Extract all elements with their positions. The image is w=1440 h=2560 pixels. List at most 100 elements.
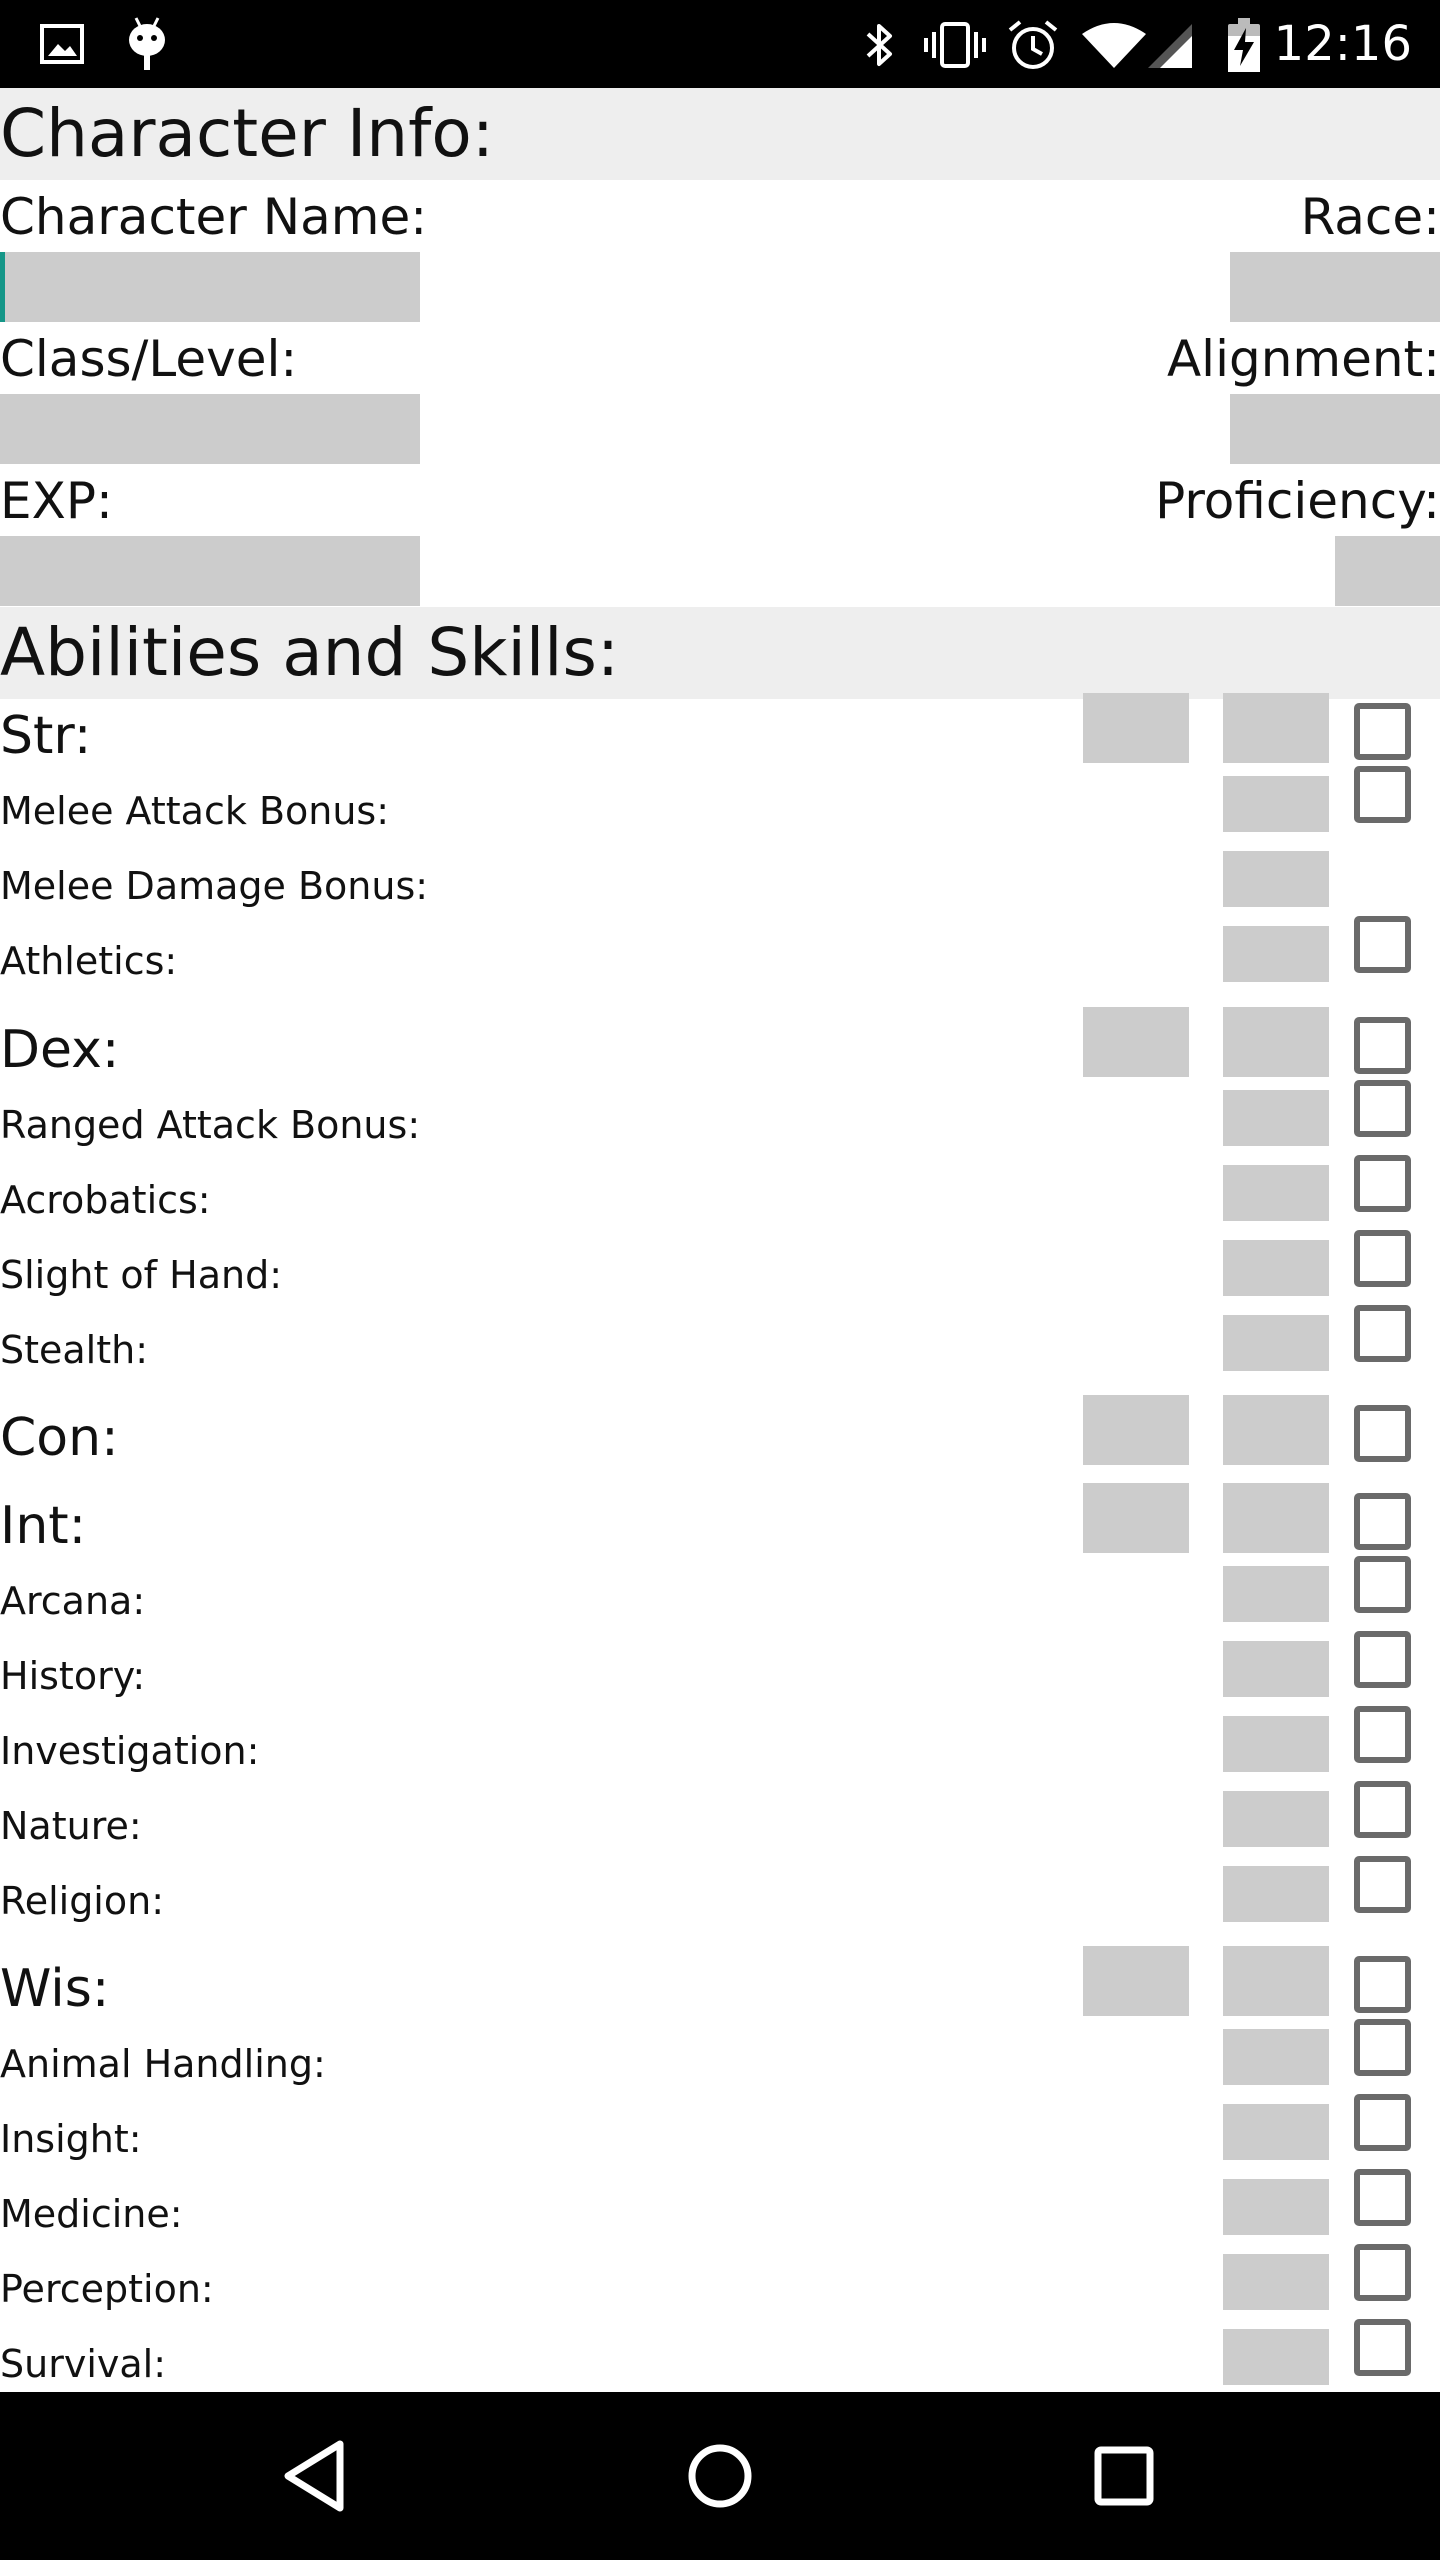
row-label: Ranged Attack Bonus: [0, 1103, 421, 1147]
skill-row-investigation: Investigation: [0, 1706, 1440, 1789]
vibrate-icon [922, 20, 988, 74]
row-label: Arcana: [0, 1579, 146, 1623]
character-name-label: Character Name: [0, 188, 428, 246]
character-info-header: Character Info: [0, 88, 1440, 180]
abilities-skills-header: Abilities and Skills: [0, 607, 1440, 699]
skill-bonus-field[interactable] [1223, 1240, 1329, 1296]
proficiency-checkbox[interactable] [1354, 1956, 1411, 2013]
ability-score-field[interactable] [1083, 1946, 1189, 2016]
skill-row-insight: Insight: [0, 2094, 1440, 2177]
recents-icon[interactable] [1074, 2426, 1174, 2526]
home-icon[interactable] [670, 2426, 770, 2526]
ability-row-int: Int: [0, 1483, 1440, 1564]
skill-bonus-field[interactable] [1223, 776, 1329, 832]
skill-bonus-field[interactable] [1223, 1090, 1329, 1146]
skill-bonus-field[interactable] [1223, 2179, 1329, 2235]
skill-row-history: History: [0, 1631, 1440, 1714]
skill-bonus-field[interactable] [1223, 2104, 1329, 2160]
exp-label: EXP: [0, 472, 113, 530]
row-label: Wis: [0, 1959, 110, 2019]
ability-modifier-field[interactable] [1223, 1946, 1329, 2016]
skill-row-survival: Survival: [0, 2319, 1440, 2392]
proficiency-checkbox[interactable] [1354, 1706, 1411, 1763]
skill-bonus-field[interactable] [1223, 1791, 1329, 1847]
ability-modifier-field[interactable] [1223, 1483, 1329, 1553]
proficiency-field[interactable] [1335, 536, 1440, 606]
skill-row-medicine: Medicine: [0, 2169, 1440, 2252]
row-label: Athletics: [0, 939, 178, 983]
battery-charging-icon [1226, 16, 1262, 78]
row-label: Stealth: [0, 1328, 149, 1372]
skill-bonus-field[interactable] [1223, 2254, 1329, 2310]
proficiency-checkbox[interactable] [1354, 2019, 1411, 2076]
ability-modifier-field[interactable] [1223, 1395, 1329, 1465]
bluetooth-icon [862, 20, 898, 74]
signal-icon [1148, 22, 1194, 74]
race-field[interactable] [1230, 252, 1440, 322]
abilities-skills-title: Abilities and Skills: [0, 614, 620, 691]
skill-bonus-field[interactable] [1223, 1566, 1329, 1622]
proficiency-checkbox[interactable] [1354, 1856, 1411, 1913]
ability-row-wis: Wis: [0, 1946, 1440, 2027]
ability-modifier-field[interactable] [1223, 1007, 1329, 1077]
proficiency-checkbox[interactable] [1354, 1556, 1411, 1613]
proficiency-checkbox[interactable] [1354, 1305, 1411, 1362]
proficiency-checkbox[interactable] [1354, 1230, 1411, 1287]
image-icon [40, 24, 84, 68]
proficiency-checkbox[interactable] [1354, 1080, 1411, 1137]
wifi-icon [1080, 22, 1148, 74]
skill-bonus-field[interactable] [1223, 1866, 1329, 1922]
alignment-field[interactable] [1230, 394, 1440, 464]
character-sheet-scroll-area[interactable]: Character Info: Character Name: Race: Cl… [0, 88, 1440, 2392]
ability-score-field[interactable] [1083, 1483, 1189, 1553]
ability-score-field[interactable] [1083, 693, 1189, 763]
character-name-field[interactable] [0, 252, 420, 322]
skill-row-slight-of-hand: Slight of Hand: [0, 1230, 1440, 1313]
skill-bonus-field[interactable] [1223, 926, 1329, 982]
proficiency-checkbox[interactable] [1354, 1155, 1411, 1212]
skill-bonus-field[interactable] [1223, 1165, 1329, 1221]
skill-row-nature: Nature: [0, 1781, 1440, 1864]
ability-modifier-field[interactable] [1223, 693, 1329, 763]
class-level-label: Class/Level: [0, 330, 298, 388]
status-time: 12:16 [1273, 16, 1412, 72]
android-icon [126, 16, 168, 76]
row-label: Investigation: [0, 1729, 260, 1773]
proficiency-checkbox[interactable] [1354, 703, 1411, 760]
proficiency-checkbox[interactable] [1354, 1017, 1411, 1074]
skill-bonus-field[interactable] [1223, 1641, 1329, 1697]
skill-bonus-field[interactable] [1223, 1716, 1329, 1772]
row-label: Dex: [0, 1020, 120, 1080]
proficiency-checkbox[interactable] [1354, 2319, 1411, 2376]
row-label: Nature: [0, 1804, 142, 1848]
skill-bonus-field[interactable] [1223, 851, 1329, 907]
proficiency-checkbox[interactable] [1354, 2169, 1411, 2226]
back-icon[interactable] [266, 2426, 366, 2526]
row-label: Str: [0, 706, 92, 766]
proficiency-checkbox[interactable] [1354, 916, 1411, 973]
row-label: Int: [0, 1496, 87, 1556]
exp-field[interactable] [0, 536, 420, 606]
ability-score-field[interactable] [1083, 1395, 1189, 1465]
proficiency-checkbox[interactable] [1354, 1405, 1411, 1462]
proficiency-checkbox[interactable] [1354, 1493, 1411, 1550]
proficiency-checkbox[interactable] [1354, 766, 1411, 823]
skill-row-ranged-attack-bonus: Ranged Attack Bonus: [0, 1080, 1440, 1163]
ability-score-field[interactable] [1083, 1007, 1189, 1077]
alignment-label: Alignment: [1166, 330, 1440, 388]
proficiency-checkbox[interactable] [1354, 2244, 1411, 2301]
alarm-icon [1006, 18, 1060, 76]
proficiency-checkbox[interactable] [1354, 2094, 1411, 2151]
skill-bonus-field[interactable] [1223, 2029, 1329, 2085]
row-label: Melee Attack Bonus: [0, 789, 390, 833]
skill-bonus-field[interactable] [1223, 2329, 1329, 2385]
status-bar: 12:16 [0, 0, 1440, 88]
ability-row-dex: Dex: [0, 1007, 1440, 1088]
row-label: Acrobatics: [0, 1178, 211, 1222]
proficiency-checkbox[interactable] [1354, 1781, 1411, 1838]
ability-row-con: Con: [0, 1395, 1440, 1476]
class-level-field[interactable] [0, 394, 420, 464]
skill-bonus-field[interactable] [1223, 1315, 1329, 1371]
proficiency-checkbox[interactable] [1354, 1631, 1411, 1688]
skill-row-melee-damage-bonus: Melee Damage Bonus: [0, 849, 1440, 924]
